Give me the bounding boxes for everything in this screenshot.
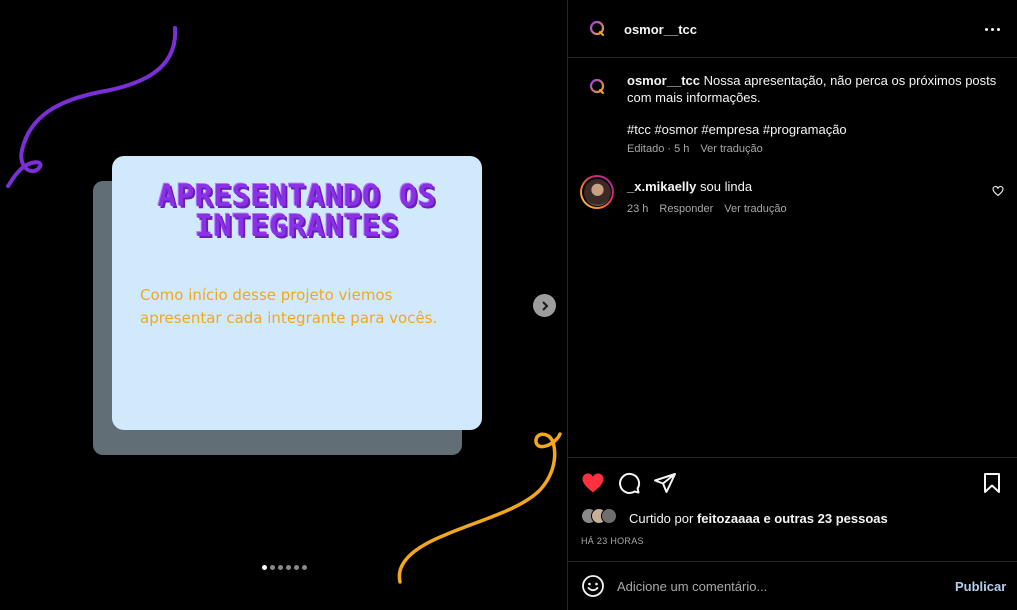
caption-edited: Editado · 5 h [627, 143, 690, 155]
emoji-icon[interactable] [581, 574, 605, 598]
caption-meta: Editado · 5 h Ver tradução [627, 143, 763, 155]
comment-username[interactable]: _x.mikaelly [627, 179, 696, 194]
likes-prefix: Curtido por [629, 511, 694, 526]
share-button[interactable] [652, 470, 678, 496]
comment-reply-button[interactable]: Responder [659, 203, 713, 215]
comment: _x.mikaelly sou linda [627, 179, 752, 194]
post-timestamp[interactable]: HÁ 23 HORAS [581, 536, 644, 546]
chevron-right-icon [541, 300, 548, 311]
carousel-dot [278, 565, 283, 570]
header-username[interactable]: osmor__tcc [624, 22, 697, 37]
share-icon [654, 473, 676, 493]
carousel-dot [294, 565, 299, 570]
comment-avatar[interactable] [580, 175, 614, 209]
avatar [583, 178, 611, 206]
caption-translate-link[interactable]: Ver tradução [700, 143, 762, 155]
caption-avatar[interactable] [581, 71, 613, 103]
comment-time: 23 h [627, 203, 649, 215]
publish-button[interactable]: Publicar [955, 579, 1006, 594]
comment-meta: 23 h Responder Ver tradução [627, 203, 787, 215]
post-side-panel: osmor__tcc osmor__tcc Nossa apresentação… [567, 0, 1017, 610]
carousel-dot [302, 565, 307, 570]
like-button[interactable] [580, 470, 606, 496]
liked-by-avatars[interactable] [581, 508, 617, 524]
carousel-dot [270, 565, 275, 570]
likes-summary: Curtido por feitozaaaa e outras 23 pesso… [629, 511, 888, 526]
likes-user-link[interactable]: feitozaaaa [697, 511, 760, 526]
avatar [601, 508, 617, 524]
comment-button[interactable] [616, 470, 642, 496]
save-button[interactable] [979, 470, 1005, 496]
comment-text: sou linda [700, 179, 753, 194]
more-options-icon[interactable] [980, 20, 1004, 38]
likes-others-link[interactable]: e outras 23 pessoas [763, 511, 887, 526]
carousel-dot [286, 565, 291, 570]
comment-translate-link[interactable]: Ver tradução [724, 203, 786, 215]
post-caption: osmor__tcc Nossa apresentação, não perca… [627, 72, 997, 106]
comment-input[interactable] [617, 576, 937, 596]
comment-heart-icon[interactable] [992, 185, 1004, 197]
osmor-logo-icon [589, 20, 605, 36]
next-slide-button[interactable] [533, 294, 556, 317]
slide-title: APRESENTANDO OS INTEGRANTES [157, 179, 437, 244]
post-media: APRESENTANDO OS INTEGRANTES Como início … [0, 0, 567, 610]
profile-avatar[interactable] [581, 13, 613, 45]
slide-card: APRESENTANDO OS INTEGRANTES Como início … [112, 156, 482, 430]
osmor-logo-icon [589, 78, 605, 94]
caption-hashtags[interactable]: #tcc #osmor #empresa #programação [627, 122, 847, 137]
comment-icon [619, 472, 641, 494]
carousel-dot [262, 565, 267, 570]
heart-icon [582, 473, 604, 493]
add-comment-bar: Publicar [568, 561, 1017, 610]
bookmark-icon [984, 473, 1000, 493]
post-header: osmor__tcc [568, 0, 1017, 58]
slide-body: Como início desse projeto viemos apresen… [140, 286, 438, 327]
carousel-dots [262, 565, 307, 570]
caption-username[interactable]: osmor__tcc [627, 73, 700, 88]
